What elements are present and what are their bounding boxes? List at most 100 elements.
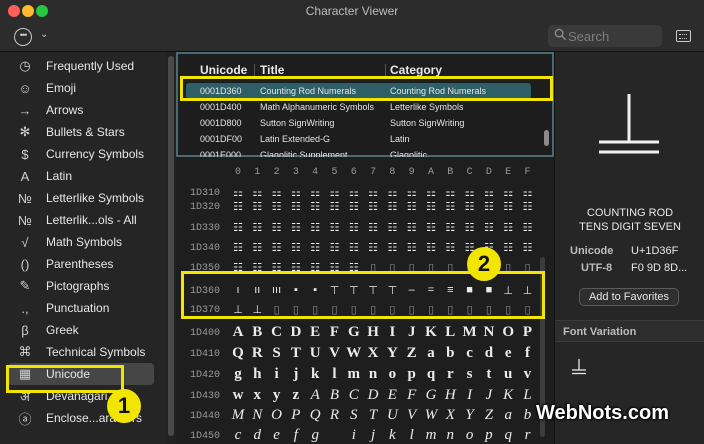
character-cell[interactable]: l [325, 366, 345, 383]
character-cell[interactable]: J [479, 387, 499, 404]
character-cell[interactable]: ☷ [305, 200, 325, 213]
character-cell[interactable]: I [382, 324, 402, 341]
sidebar-item[interactable]: $ Currency Symbols [14, 143, 164, 165]
character-cell[interactable]: V [402, 407, 422, 424]
character-cell[interactable]: ⚏ [518, 186, 538, 199]
search-field[interactable] [548, 25, 662, 47]
character-cell[interactable]: ☷ [440, 241, 460, 254]
sidebar-item[interactable]: ✎ Pictographs [14, 275, 164, 297]
character-cell[interactable]: ☷ [363, 221, 383, 234]
character-cell[interactable]: ☷ [267, 221, 287, 234]
character-cell[interactable]: ☷ [421, 200, 441, 213]
sidebar-item[interactable]: ◷ Frequently Used [14, 55, 164, 77]
character-cell[interactable]: f [518, 345, 538, 362]
character-cell[interactable]: C [267, 324, 287, 341]
sidebar-item[interactable]: ✻ Bullets & Stars [14, 121, 164, 143]
character-cell[interactable]: u [498, 366, 518, 383]
character-cell[interactable]: i [344, 427, 364, 444]
character-cell[interactable]: ☷ [344, 241, 364, 254]
font-variation-glyph[interactable] [571, 358, 587, 376]
character-cell[interactable]: z [286, 387, 306, 404]
more-options-icon[interactable]: ••• [14, 28, 32, 46]
character-cell[interactable]: ☷ [518, 221, 538, 234]
character-cell[interactable]: S [267, 345, 287, 362]
character-cell[interactable]: p [402, 366, 422, 383]
character-cell[interactable]: c [460, 345, 480, 362]
character-cell[interactable]: ☷ [267, 241, 287, 254]
character-cell[interactable]: S [344, 407, 364, 424]
character-cell[interactable]: ⚏ [440, 186, 460, 199]
character-cell[interactable]: ☷ [286, 221, 306, 234]
character-cell[interactable]: P [518, 324, 538, 341]
sidebar-item[interactable]: () Parentheses [14, 253, 164, 275]
character-cell[interactable]: ☷ [325, 241, 345, 254]
character-cell[interactable]: ☷ [267, 200, 287, 213]
character-cell[interactable]: ☷ [479, 200, 499, 213]
character-cell[interactable]: y [267, 387, 287, 404]
character-cell[interactable]: g [228, 366, 248, 383]
character-cell[interactable]: h [247, 366, 267, 383]
character-cell[interactable]: H [440, 387, 460, 404]
character-cell[interactable]: U [382, 407, 402, 424]
character-cell[interactable]: O [267, 407, 287, 424]
sidebar-item[interactable]: ⌘ Technical Symbols [14, 341, 164, 363]
character-cell[interactable]: R [247, 345, 267, 362]
character-cell[interactable]: e [267, 427, 287, 444]
character-cell[interactable]: T [286, 345, 306, 362]
character-cell[interactable]: G [421, 387, 441, 404]
character-cell[interactable]: c [228, 427, 248, 444]
chevron-down-icon[interactable]: ⌄ [40, 29, 48, 40]
character-cell[interactable]: b [440, 345, 460, 362]
character-cell[interactable]: I [460, 387, 480, 404]
character-cell[interactable]: ☷ [382, 221, 402, 234]
character-cell[interactable]: ☷ [498, 200, 518, 213]
character-cell[interactable]: ☷ [325, 221, 345, 234]
character-cell[interactable]: ⚏ [325, 186, 345, 199]
character-cell[interactable]: k [382, 427, 402, 444]
character-cell[interactable]: e [498, 345, 518, 362]
character-cell[interactable]: ☷ [363, 200, 383, 213]
character-cell[interactable]: A [305, 387, 325, 404]
character-cell[interactable]: ☷ [305, 221, 325, 234]
character-cell[interactable]: ☷ [518, 241, 538, 254]
character-cell[interactable]: n [440, 427, 460, 444]
sidebar-item[interactable]: № Letterlike Symbols [14, 187, 164, 209]
font-variation-header[interactable]: Font Variation [555, 320, 704, 342]
sidebar-item[interactable]: ⓐ Enclose...aracters [14, 407, 164, 429]
character-cell[interactable]: Z [402, 345, 422, 362]
character-cell[interactable]: ☷ [498, 241, 518, 254]
character-cell[interactable]: ☷ [460, 200, 480, 213]
character-cell[interactable]: ⚏ [460, 186, 480, 199]
character-cell[interactable]: j [363, 427, 383, 444]
character-cell[interactable]: ☷ [228, 221, 248, 234]
character-cell[interactable]: ☷ [286, 200, 306, 213]
character-cell[interactable]: F [325, 324, 345, 341]
character-cell[interactable]: Y [382, 345, 402, 362]
character-cell[interactable]: ☷ [402, 221, 422, 234]
character-cell[interactable]: L [440, 324, 460, 341]
character-cell[interactable]: m [344, 366, 364, 383]
character-cell[interactable]: ☷ [247, 221, 267, 234]
character-cell[interactable]: ☷ [228, 200, 248, 213]
character-cell[interactable]: r [518, 427, 538, 444]
character-cell[interactable]: ⚏ [382, 186, 402, 199]
sidebar-item[interactable]: ., Punctuation [14, 297, 164, 319]
character-cell[interactable]: ☷ [440, 200, 460, 213]
character-cell[interactable]: t [479, 366, 499, 383]
character-cell[interactable]: ☷ [344, 221, 364, 234]
character-cell[interactable]: f [286, 427, 306, 444]
character-cell[interactable]: s [460, 366, 480, 383]
character-cell[interactable]: m [421, 427, 441, 444]
character-cell[interactable]: D [363, 387, 383, 404]
character-cell[interactable]: W [344, 345, 364, 362]
character-cell[interactable]: n [363, 366, 383, 383]
character-cell[interactable]: X [363, 345, 383, 362]
character-cell[interactable]: A [228, 324, 248, 341]
sidebar-item[interactable]: β Greek [14, 319, 164, 341]
character-cell[interactable]: ☷ [518, 200, 538, 213]
character-cell[interactable]: q [498, 427, 518, 444]
character-cell[interactable]: Y [460, 407, 480, 424]
character-cell[interactable]: ⚏ [363, 186, 383, 199]
character-cell[interactable]: ⚏ [479, 186, 499, 199]
keyboard-viewer-icon[interactable] [676, 30, 691, 42]
